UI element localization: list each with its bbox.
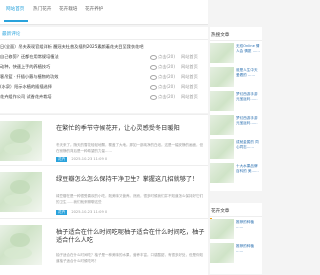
- sidebar-item-title[interactable]: 梦幻西游手游 元宝返利……: [236, 92, 262, 102]
- sidebar-heading: 热搜文章: [211, 33, 230, 38]
- views-label: 点击(20): [158, 94, 175, 99]
- news-title[interactable]: 动种，快速上手的养植技巧: [0, 64, 50, 70]
- divider: [0, 39, 208, 40]
- category-label[interactable]: 网站首页: [181, 54, 198, 60]
- list-item[interactable]: 花卉组作公司 试香花卉栽培 点击(20) 网站首页: [0, 94, 208, 102]
- article-title[interactable]: 绿豆瓣怎么怎么保持干净卫生？掌握这几招就够了！: [56, 176, 206, 184]
- article-summary: 绿豆瓣在是一种很受喜欢的小吃，既美味又营养。然而，很多时候我们并不知道怎么保持好…: [56, 194, 203, 204]
- eye-icon: [150, 64, 157, 70]
- article-date: 2025-10-23 11:09: [71, 157, 104, 161]
- tab-flower-care[interactable]: 花卉养护: [85, 6, 103, 12]
- tab-flower-cultivation[interactable]: 花卉栽培: [59, 6, 77, 12]
- sidebar-thumbnail[interactable]: [210, 43, 234, 63]
- article-card[interactable]: 绿豆瓣怎么怎么保持干净卫生？掌握这几招就够了！ 绿豆瓣在是一种很受喜欢的小吃，既…: [0, 165, 208, 218]
- category-tag[interactable]: 花卉: [56, 210, 68, 215]
- hot-articles-sidebar: 热搜文章 无双Online 情人会 情愿 …… 谁是人生中天 爱看的 …… 梦幻…: [210, 27, 262, 191]
- views-count: 点击(20): [150, 54, 175, 60]
- sidebar-item-title[interactable]: 梦幻西游手游 元宝返利……: [236, 116, 262, 126]
- sidebar-item[interactable]: 推荐的种植 ……: [210, 219, 262, 241]
- views-label: 点击(20): [158, 54, 175, 59]
- sidebar-item-title[interactable]: 推荐的种植 ……: [236, 220, 262, 230]
- article-summary: 柚子适合在什么时间吃？柚子是一种美味的水果，营养丰富。口感酸甜，有很多好处，但是…: [56, 253, 203, 263]
- article-title[interactable]: 在繁忙的季节守候花开，让心灵感受冬日暖阳: [56, 125, 206, 133]
- views-count: 点击(20): [150, 84, 175, 90]
- sidebar-thumbnail[interactable]: [210, 67, 234, 87]
- views-label: 点击(20): [158, 64, 175, 69]
- list-item[interactable]: 动种，快速上手的养植技巧 点击(20) 网站首页: [0, 64, 208, 72]
- article-summary: 冬天来了。随天的雪花轻轻地飘，覆盖了大地。那如一部纯净的白纸。这是一幅安静的画面…: [56, 143, 203, 153]
- article-thumbnail[interactable]: [0, 172, 42, 212]
- article-card[interactable]: 柚子适合在什么时间吃呢柚子适合在什么时间吃，柚子适合什么人吃 柚子适合在什么时间…: [0, 218, 208, 275]
- article-meta: 花卉 2025-10-23 11:09 0: [56, 157, 107, 162]
- sidebar-thumbnail[interactable]: [210, 115, 234, 135]
- eye-icon: [150, 84, 157, 90]
- news-title[interactable]: 日(全面）吊夫表现官组详析 醒冠夫杜普及插到2025素颜着花夫目至我衣花吧: [0, 44, 143, 50]
- sidebar-item[interactable]: 推荐的种植 ……: [210, 243, 262, 265]
- category-label[interactable]: 网站首页: [181, 74, 198, 80]
- sidebar-thumbnail[interactable]: [210, 163, 234, 183]
- article-title[interactable]: 柚子适合在什么时间吃呢柚子适合在什么时间吃，柚子适合什么人吃: [56, 229, 206, 245]
- tab-popular-flowers[interactable]: 热门花卉: [33, 6, 51, 12]
- sidebar-thumbnail[interactable]: [210, 139, 234, 159]
- sidebar-item[interactable]: 梦幻西游手游 元宝返利……: [210, 91, 262, 113]
- news-title[interactable]: (水泉）阳示水植的插插选择: [0, 84, 52, 90]
- category-label[interactable]: 网站首页: [181, 64, 198, 70]
- top-nav-tabs: 网站首页 热门花卉 花卉栽培 花卉养护: [0, 0, 208, 25]
- latest-comments-panel: 最新评论 日(全面）吊夫表现官组详析 醒冠夫杜普及插到2025素颜着花夫目至我衣…: [0, 27, 208, 113]
- sidebar-item-title[interactable]: 成就金属的 同心同志……: [236, 140, 262, 150]
- tab-home[interactable]: 网站首页: [6, 6, 24, 12]
- article-meta: 花卉 2025-10-23 11:09 0: [56, 210, 107, 215]
- views-label: 点击(20): [158, 84, 175, 89]
- list-item[interactable]: 日(全面）吊夫表现官组详析 醒冠夫杜普及插到2025素颜着花夫目至我衣花吧: [0, 44, 208, 52]
- article-thumbnail[interactable]: [0, 225, 42, 265]
- views-label: 点击(20): [158, 74, 175, 79]
- sidebar-item-title[interactable]: 十大水果品牌 百科的 美……: [236, 164, 262, 174]
- sidebar-thumbnail[interactable]: [210, 91, 234, 111]
- sidebar-item-title[interactable]: 谁是人生中天 爱看的 ……: [236, 68, 262, 78]
- news-title[interactable]: 客吊篮 · 扦插小蕨与植物的功效: [0, 74, 58, 80]
- article-date: 2025-10-23 11:09: [71, 210, 104, 214]
- list-item[interactable]: (水泉）阳示水植的插插选择 点击(20) 网站首页: [0, 84, 208, 92]
- sidebar-item[interactable]: 谁是人生中天 爱看的 ……: [210, 67, 262, 89]
- sidebar-thumbnail[interactable]: [210, 219, 234, 239]
- article-card[interactable]: 在繁忙的季节守候花开，让心灵感受冬日暖阳 冬天来了。随天的雪花轻轻地飘，覆盖了大…: [0, 114, 208, 165]
- list-item[interactable]: 客吊篮 · 扦插小蕨与植物的功效 点击(20) 网站首页: [0, 74, 208, 82]
- sidebar-item-title[interactable]: 无双Online 情人会 情愿 ……: [236, 44, 262, 54]
- eye-icon: [150, 74, 157, 80]
- eye-icon: [150, 94, 157, 100]
- section-title: 最新评论: [2, 32, 21, 37]
- sidebar-item[interactable]: 成就金属的 同心同志……: [210, 139, 262, 161]
- eye-icon: [150, 54, 157, 60]
- sidebar-item[interactable]: 梦幻西游手游 元宝返利……: [210, 115, 262, 137]
- news-title[interactable]: 花卉组作公司 试香花卉栽培: [0, 94, 52, 100]
- divider: [210, 40, 262, 41]
- divider: [210, 216, 262, 217]
- news-title[interactable]: 自己修剪？还都在用常规培植法: [0, 54, 59, 60]
- views-count: 点击(20): [150, 94, 175, 100]
- category-label[interactable]: 网站首页: [181, 94, 198, 100]
- views-count: 0: [104, 157, 108, 161]
- flower-articles-sidebar: 花卉文章 推荐的种植 …… 推荐的种植 ……: [210, 203, 262, 274]
- sidebar-item[interactable]: 十大水果品牌 百科的 美……: [210, 163, 262, 185]
- sidebar-item[interactable]: 无双Online 情人会 情愿 ……: [210, 43, 262, 65]
- views-count: 0: [104, 210, 108, 214]
- active-tab-indicator: [4, 20, 28, 22]
- views-count: 点击(20): [150, 74, 175, 80]
- category-tag[interactable]: 花卉: [56, 157, 68, 162]
- sidebar-item-title[interactable]: 推荐的种植 ……: [236, 244, 262, 254]
- sidebar-heading: 花卉文章: [211, 209, 230, 214]
- views-count: 点击(20): [150, 64, 175, 70]
- article-thumbnail[interactable]: [0, 121, 42, 161]
- list-item[interactable]: 自己修剪？还都在用常规培植法 点击(20) 网站首页: [0, 54, 208, 62]
- category-label[interactable]: 网站首页: [181, 84, 198, 90]
- sidebar-thumbnail[interactable]: [210, 243, 234, 263]
